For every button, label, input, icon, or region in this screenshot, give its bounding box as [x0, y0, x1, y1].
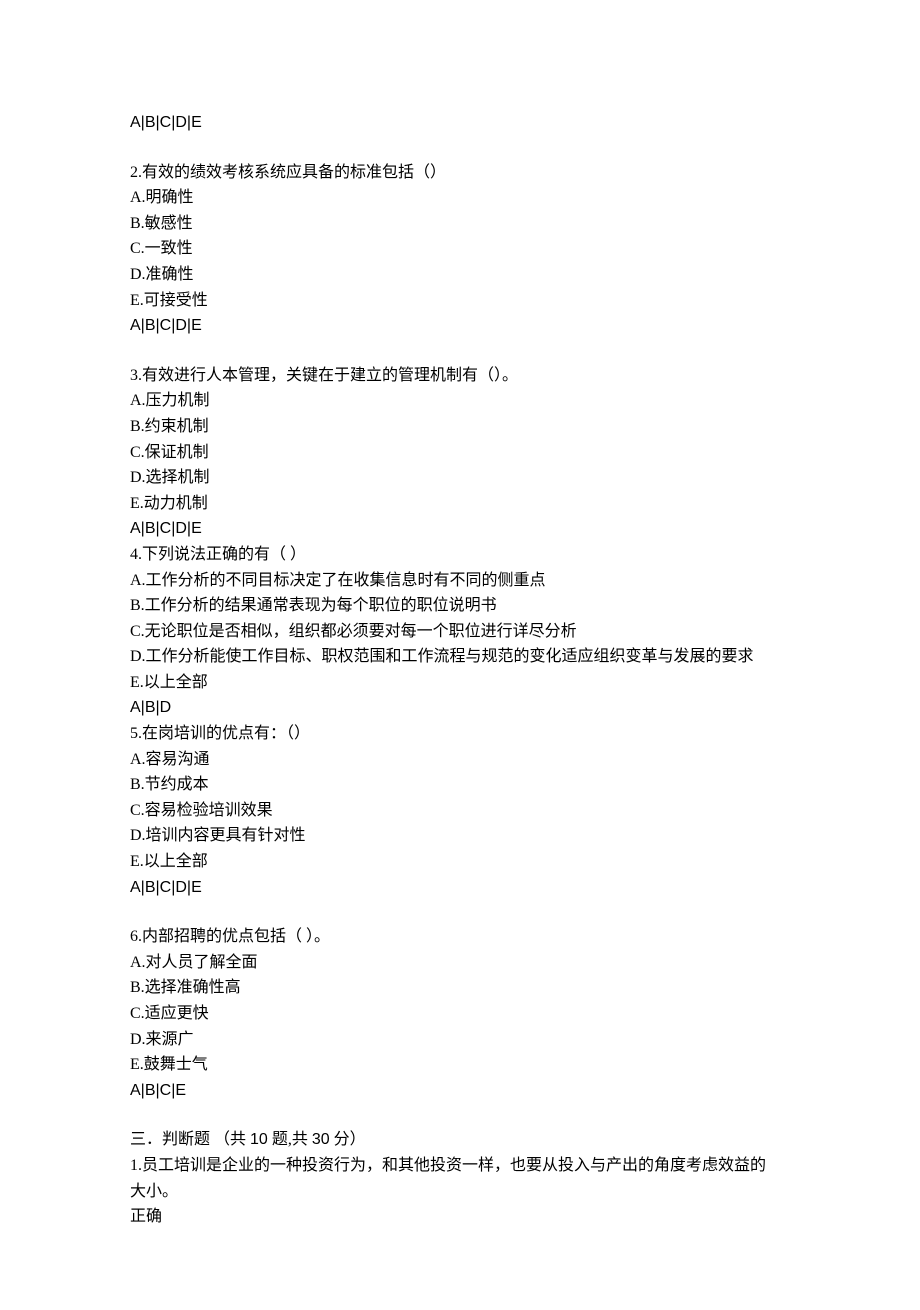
option-b: B.约束机制	[130, 414, 790, 440]
option-b: B.工作分析的结果通常表现为每个职位的职位说明书	[130, 593, 790, 619]
option-c: C.保证机制	[130, 440, 790, 466]
option-d: D.来源广	[130, 1027, 790, 1053]
spacer	[130, 900, 790, 924]
option-b: B.选择准确性高	[130, 975, 790, 1001]
question-2: 2.有效的绩效考核系统应具备的标准包括（） A.明确性 B.敏感性 C.一致性 …	[130, 160, 790, 339]
option-e: E.以上全部	[130, 849, 790, 875]
option-c: C.容易检验培训效果	[130, 798, 790, 824]
option-b: B.敏感性	[130, 211, 790, 237]
question-4: 4.下列说法正确的有（ ） A.工作分析的不同目标决定了在收集信息时有不同的侧重…	[130, 542, 790, 721]
answer-text: A|B|C|D|E	[130, 875, 790, 901]
option-a: A.容易沟通	[130, 747, 790, 773]
question-3: 3.有效进行人本管理，关键在于建立的管理机制有（）。 A.压力机制 B.约束机制…	[130, 363, 790, 542]
tf-stem-line-2: 大小。	[130, 1179, 790, 1205]
option-a: A.对人员了解全面	[130, 950, 790, 976]
question-stem: 3.有效进行人本管理，关键在于建立的管理机制有（）。	[130, 363, 790, 389]
answer-text: A|B|C|E	[130, 1078, 790, 1104]
option-d: D.工作分析能使工作目标、职权范围和工作流程与规范的变化适应组织变革与发展的要求	[130, 644, 790, 670]
answer-text: A|B|C|D|E	[130, 516, 790, 542]
option-c: C.无论职位是否相似，组织都必须要对每一个职位进行详尽分析	[130, 619, 790, 645]
option-d: D.准确性	[130, 262, 790, 288]
option-e: E.鼓舞士气	[130, 1052, 790, 1078]
spacer	[130, 136, 790, 160]
section-title: 三．判断题 （共 10 题,共 30 分）	[130, 1127, 790, 1153]
section-3-header: 三．判断题 （共 10 题,共 30 分）	[130, 1127, 790, 1153]
tf-question-1: 1.员工培训是企业的一种投资行为，和其他投资一样，也要从投入与产出的角度考虑效益…	[130, 1153, 790, 1230]
question-5: 5.在岗培训的优点有：（） A.容易沟通 B.节约成本 C.容易检验培训效果 D…	[130, 721, 790, 900]
question-6: 6.内部招聘的优点包括（ ）。 A.对人员了解全面 B.选择准确性高 C.适应更…	[130, 924, 790, 1103]
title-prefix: 三．判断题 （共	[130, 1131, 250, 1148]
question-stem: 5.在岗培训的优点有：（）	[130, 721, 790, 747]
title-num-1: 10	[250, 1131, 268, 1148]
option-d: D.培训内容更具有针对性	[130, 823, 790, 849]
option-c: C.适应更快	[130, 1001, 790, 1027]
question-stem: 6.内部招聘的优点包括（ ）。	[130, 924, 790, 950]
option-e: E.以上全部	[130, 670, 790, 696]
title-mid: 题,共	[268, 1131, 312, 1148]
tf-answer: 正确	[130, 1204, 790, 1230]
option-d: D.选择机制	[130, 465, 790, 491]
option-a: A.工作分析的不同目标决定了在收集信息时有不同的侧重点	[130, 568, 790, 594]
option-a: A.压力机制	[130, 388, 790, 414]
tf-stem-line-1: 1.员工培训是企业的一种投资行为，和其他投资一样，也要从投入与产出的角度考虑效益…	[130, 1153, 790, 1179]
answer-text: A|B|C|D|E	[130, 110, 790, 136]
option-a: A.明确性	[130, 185, 790, 211]
title-suffix: 分）	[330, 1131, 366, 1148]
option-b: B.节约成本	[130, 772, 790, 798]
question-stem: 2.有效的绩效考核系统应具备的标准包括（）	[130, 160, 790, 186]
option-e: E.动力机制	[130, 491, 790, 517]
question-stem: 4.下列说法正确的有（ ）	[130, 542, 790, 568]
answer-text: A|B|D	[130, 695, 790, 721]
option-e: E.可接受性	[130, 288, 790, 314]
spacer	[130, 1103, 790, 1127]
answer-text: A|B|C|D|E	[130, 313, 790, 339]
title-num-2: 30	[312, 1131, 330, 1148]
option-c: C.一致性	[130, 236, 790, 262]
question-1-trailing: A|B|C|D|E	[130, 110, 790, 136]
spacer	[130, 339, 790, 363]
